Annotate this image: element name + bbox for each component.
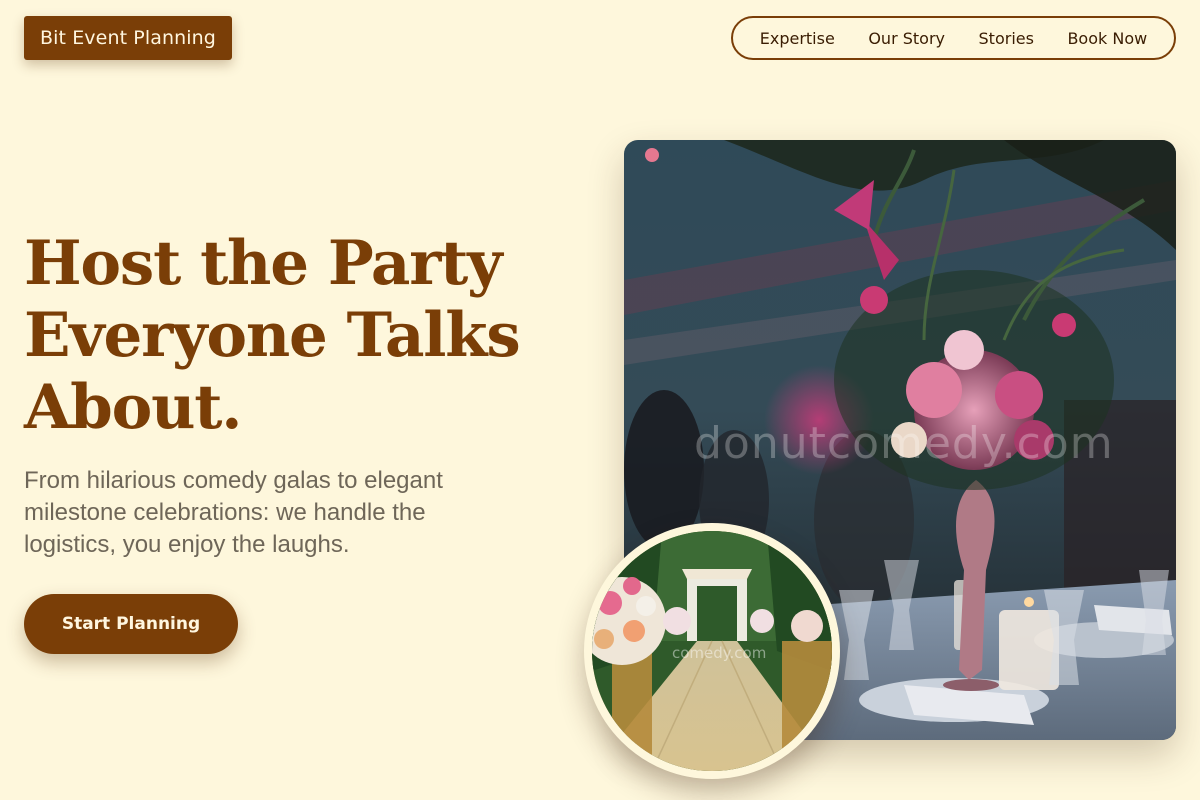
hero-headline: Host the Party Everyone Talks About.: [24, 228, 521, 443]
brand-name: Bit Event Planning: [40, 27, 216, 49]
brand-logo[interactable]: Bit Event Planning: [24, 16, 232, 60]
start-planning-button[interactable]: Start Planning: [24, 594, 238, 654]
nav-link-our-story[interactable]: Our Story: [868, 29, 945, 48]
main-nav: Expertise Our Story Stories Book Now: [731, 16, 1176, 60]
nav-link-book-now[interactable]: Book Now: [1067, 29, 1147, 48]
hero-subheadline: From hilarious comedy galas to elegant m…: [24, 467, 443, 558]
nav-link-stories[interactable]: Stories: [979, 29, 1034, 48]
landing-page: Bit Event Planning Expertise Our Story S…: [0, 0, 1200, 800]
nav-link-expertise[interactable]: Expertise: [760, 29, 835, 48]
main-photo-watermark: donutcomedy.com: [694, 418, 1114, 469]
inset-photo-watermark: comedy.com: [672, 644, 767, 662]
